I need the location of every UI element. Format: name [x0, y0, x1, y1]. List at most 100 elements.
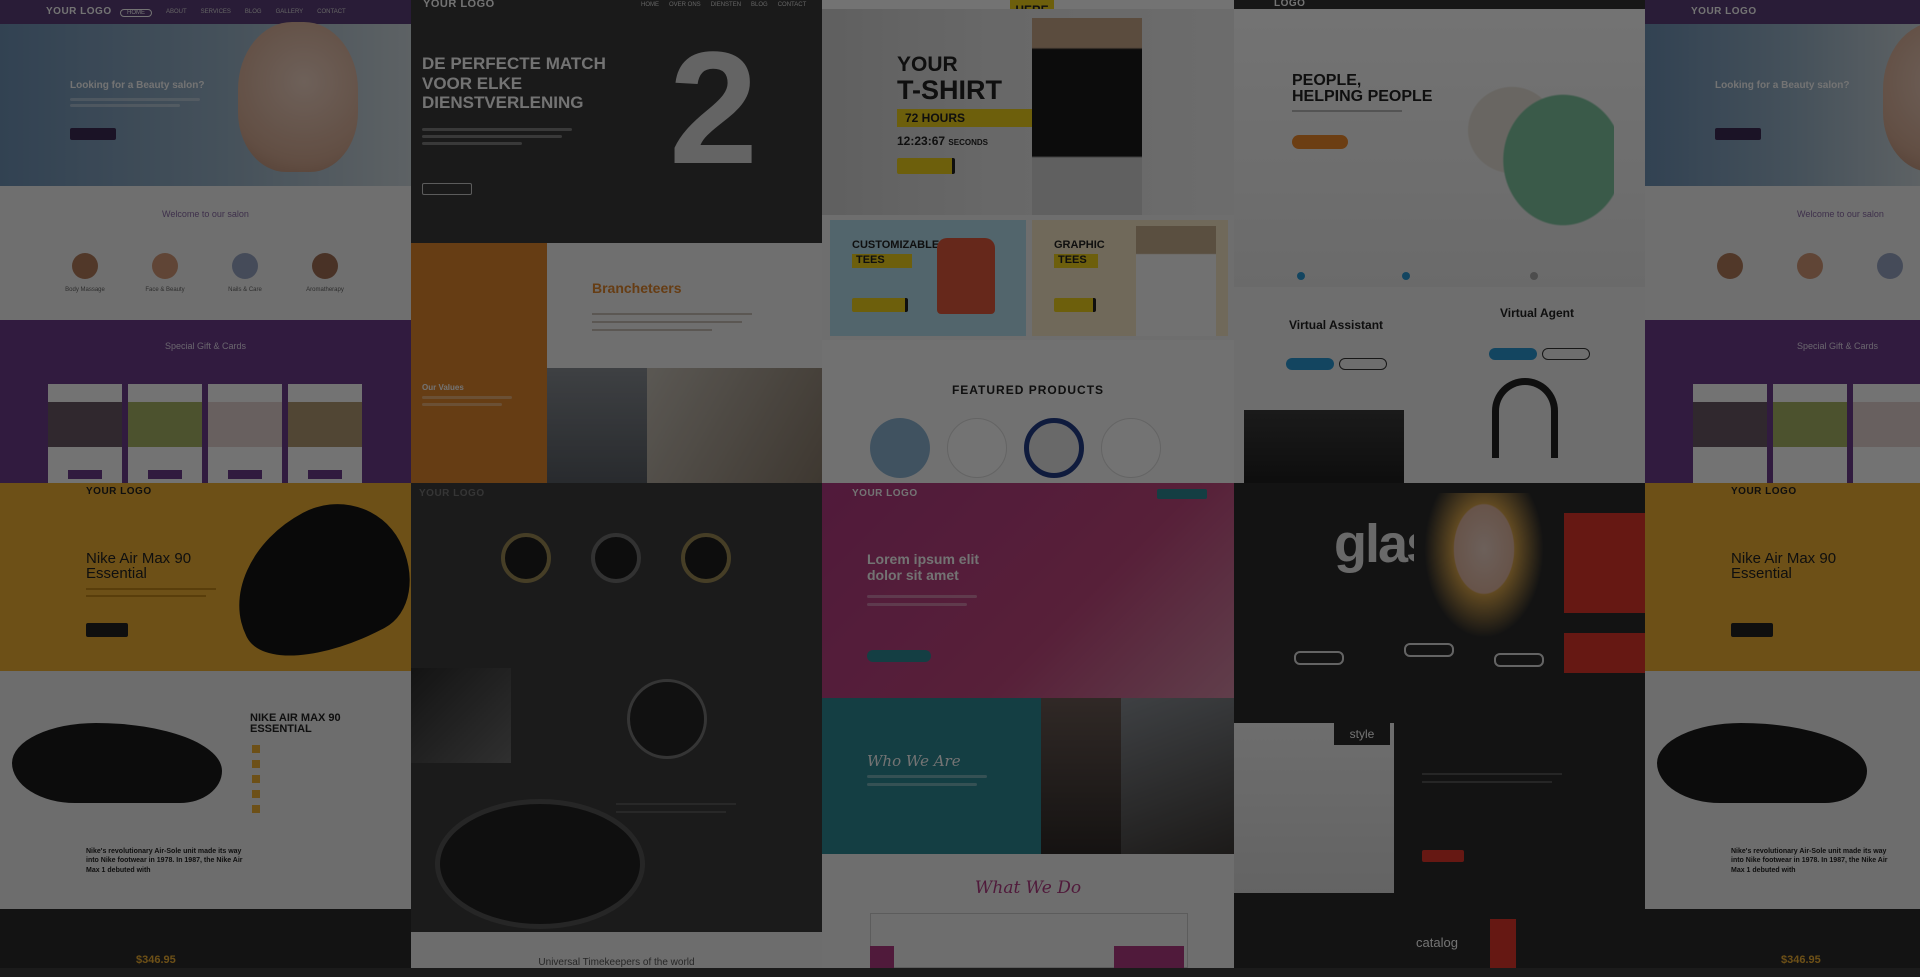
tile-nike-right[interactable]: YOUR LOGO Nike Air Max 90 Essential Nike…	[1645, 483, 1920, 968]
promo-2-button[interactable]	[1054, 298, 1096, 312]
what-title: What We Do	[974, 878, 1082, 898]
service-label: Face & Beauty	[145, 287, 185, 293]
countdown-time: 12:23:67	[897, 134, 946, 148]
tile-beauty-left[interactable]: YOUR LOGO HOME ABOUT SERVICES BLOG GALLE…	[0, 0, 411, 483]
service-icon[interactable]	[152, 253, 178, 279]
tile-glasses[interactable]: glasses style catalog	[1234, 483, 1645, 968]
service-card-active[interactable]	[1114, 946, 1184, 968]
glasses-product[interactable]	[1294, 651, 1344, 665]
nav-item[interactable]: GALLERY	[276, 9, 304, 17]
logo[interactable]: YOUR LOGO	[423, 0, 495, 10]
price: $346.95	[136, 954, 176, 966]
header-cta[interactable]	[1157, 489, 1207, 499]
glasses-product[interactable]	[1494, 653, 1544, 667]
hero-button[interactable]	[867, 650, 931, 662]
va-button-secondary[interactable]	[1339, 358, 1387, 370]
gift-card[interactable]	[48, 384, 122, 483]
service-label: Body Massage	[65, 287, 105, 293]
va-title: Virtual Assistant	[1289, 318, 1384, 332]
cta-button[interactable]	[1292, 135, 1348, 149]
product-thumb[interactable]	[1024, 418, 1084, 478]
nav-item[interactable]: BLOG	[245, 9, 262, 17]
logo[interactable]: YOUR LOGO	[1691, 6, 1757, 17]
hero-text-line	[70, 104, 180, 107]
nav-item[interactable]: ABOUT	[166, 9, 187, 17]
nav-item[interactable]: CONTACT	[317, 9, 346, 17]
logo[interactable]: YOUR LOGO	[46, 6, 112, 17]
gift-card[interactable]	[288, 384, 362, 483]
va-button-primary[interactable]	[1286, 358, 1334, 370]
text-line	[592, 313, 752, 315]
text-line	[86, 595, 206, 597]
hero-text-line	[422, 128, 572, 131]
service-icon[interactable]	[1717, 253, 1743, 279]
logo[interactable]: YOUR LOGO	[419, 488, 485, 499]
nav-item[interactable]: DIENSTEN	[711, 2, 741, 8]
style-button[interactable]	[1422, 850, 1464, 862]
shop-button[interactable]	[86, 623, 128, 637]
service-icon[interactable]	[312, 253, 338, 279]
service-label: Nails & Care	[228, 287, 262, 293]
logo[interactable]: YOUR LOGO	[852, 488, 918, 499]
who-text-line	[867, 783, 977, 786]
logo[interactable]: LOGO	[1274, 0, 1305, 9]
tile-nike-left[interactable]: YOUR LOGO Nike Air Max 90 Essential NIKE…	[0, 483, 411, 968]
brand-title: Brancheteers	[592, 280, 682, 296]
nav-menu: HOME OVER ONS DIENSTEN BLOG CONTACT	[641, 2, 806, 8]
tile-beauty-right[interactable]: YOUR LOGO Looking for a Beauty salon? We…	[1645, 0, 1920, 483]
service-card[interactable]	[870, 946, 894, 968]
promo-1-sub: TEES	[852, 254, 912, 268]
tile-agency[interactable]: YOUR LOGO Lorem ipsum elit dolor sit ame…	[822, 483, 1234, 968]
hero-headline: Looking for a Beauty salon?	[70, 80, 205, 91]
service-icon[interactable]	[1877, 253, 1903, 279]
hero-button[interactable]	[70, 128, 116, 140]
gift-card[interactable]	[208, 384, 282, 483]
gift-card[interactable]	[1853, 384, 1920, 483]
hero-button[interactable]	[1715, 128, 1761, 140]
service-icon[interactable]	[1797, 253, 1823, 279]
promo-card-customizable[interactable]	[830, 220, 1026, 336]
tile-tshirt[interactable]: HERE YOUR T-SHIRT 72 HOURS 12:23:67 SECO…	[822, 0, 1234, 483]
screenshot-stage: YOUR LOGO HOME ABOUT SERVICES BLOG GALLE…	[0, 0, 1920, 977]
gift-card[interactable]	[1773, 384, 1847, 483]
feature-icon	[252, 745, 260, 753]
red-sale-block[interactable]	[1564, 633, 1645, 673]
gift-card[interactable]	[1693, 384, 1767, 483]
hero-text-line	[422, 142, 522, 145]
tile-assistant[interactable]: LOGO PEOPLE, HELPING PEOPLE Virtual Assi…	[1234, 0, 1645, 483]
hero-headline: DE PERFECTE MATCH VOOR ELKE DIENSTVERLEN…	[422, 54, 606, 113]
tile-dutch[interactable]: YOUR LOGO HOME OVER ONS DIENSTEN BLOG CONTAC…	[411, 0, 822, 483]
product-thumb[interactable]	[870, 418, 930, 478]
product-thumb[interactable]	[947, 418, 1007, 478]
product-thumb[interactable]	[1101, 418, 1161, 478]
service-icon[interactable]	[232, 253, 258, 279]
agent-button-secondary[interactable]	[1542, 348, 1590, 360]
text-line	[1422, 781, 1552, 783]
nav-item[interactable]: HOME	[641, 2, 659, 8]
nav-item[interactable]: HOME	[120, 9, 152, 17]
who-title: Who We Are	[867, 752, 961, 770]
promo-1-button[interactable]	[852, 298, 908, 312]
glasses-product[interactable]	[1404, 643, 1454, 657]
hero-section	[822, 483, 1234, 698]
nav-item[interactable]: SERVICES	[201, 9, 231, 17]
blonde-model-photo	[1234, 723, 1394, 893]
shop-button[interactable]	[897, 158, 955, 174]
hero-button[interactable]	[422, 183, 472, 195]
tile-watches[interactable]: YOUR LOGO Universal Timekeepers of the w…	[411, 483, 822, 968]
services-section	[0, 186, 411, 320]
feature-icon	[1402, 272, 1410, 280]
gift-title: Special Gift & Cards	[164, 341, 247, 351]
shop-button[interactable]	[1731, 623, 1773, 637]
feature-icon	[252, 790, 260, 798]
service-icon[interactable]	[72, 253, 98, 279]
logo[interactable]: YOUR LOGO	[1731, 486, 1797, 497]
logo[interactable]: YOUR LOGO	[86, 486, 152, 497]
nav-item[interactable]: BLOG	[751, 2, 768, 8]
nav-item[interactable]: OVER ONS	[669, 2, 701, 8]
header-bar	[1645, 0, 1920, 24]
catalog-label: catalog	[1416, 935, 1458, 950]
agent-button-primary[interactable]	[1489, 348, 1537, 360]
nav-item[interactable]: CONTACT	[778, 2, 807, 8]
gift-card[interactable]	[128, 384, 202, 483]
